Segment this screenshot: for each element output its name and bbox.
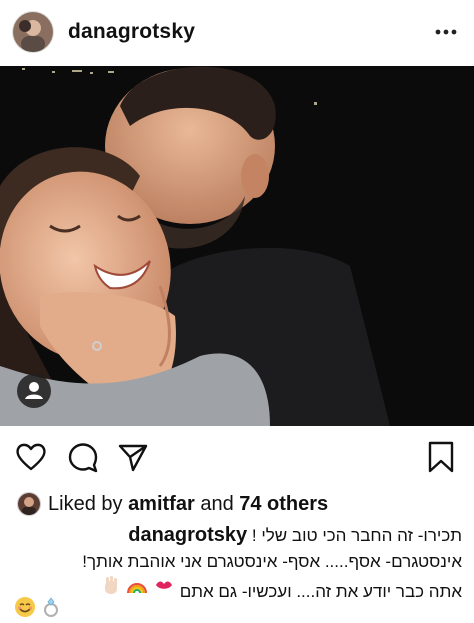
share-icon[interactable] xyxy=(116,440,150,474)
likes-middle: and xyxy=(194,492,240,515)
liker-avatar[interactable] xyxy=(18,493,40,515)
caption-line-2: אינסטגרם- אסף..... אסף- אינסטגרם אני אוה… xyxy=(82,552,462,571)
ring-icon xyxy=(40,596,62,618)
more-options-icon[interactable] xyxy=(432,20,460,44)
post-photo[interactable] xyxy=(0,66,474,426)
caption-line-3: אתה כבר יודע את זה.... ועכשיו- גם אתם xyxy=(6,575,462,605)
likes-others-link[interactable]: 74 others xyxy=(239,493,328,516)
caption-username[interactable]: danagrotsky xyxy=(128,524,247,546)
smiling-face-icon xyxy=(14,596,36,618)
comment-icon[interactable] xyxy=(66,440,100,474)
kiss-mark-icon xyxy=(153,575,175,597)
caption-emoji-line xyxy=(14,596,62,618)
caption-text-1: תכירו- זה החבר הכי טוב שלי ! xyxy=(247,526,462,545)
caption-text-3: אתה כבר יודע את זה.... ועכשיו- גם אתם xyxy=(179,582,462,601)
raised-hand-icon xyxy=(100,575,122,597)
likes-summary[interactable]: Liked by amitfar and 74 others xyxy=(18,490,328,518)
user-tag-icon[interactable] xyxy=(17,374,51,408)
post-header: danagrotsky xyxy=(0,0,474,66)
profile-avatar[interactable] xyxy=(13,12,53,52)
liker-username[interactable]: amitfar xyxy=(128,493,195,516)
rainbow-icon xyxy=(126,575,148,597)
action-bar xyxy=(0,426,474,488)
caption-line-1: תכירו- זה החבר הכי טוב שלי ! danagrotsky xyxy=(6,522,462,549)
post-username[interactable]: danagrotsky xyxy=(68,20,195,44)
likes-prefix: Liked by xyxy=(48,492,123,515)
bookmark-icon[interactable] xyxy=(424,440,458,474)
post-caption: תכירו- זה החבר הכי טוב שלי ! danagrotsky… xyxy=(6,522,462,605)
heart-icon[interactable] xyxy=(14,440,48,474)
